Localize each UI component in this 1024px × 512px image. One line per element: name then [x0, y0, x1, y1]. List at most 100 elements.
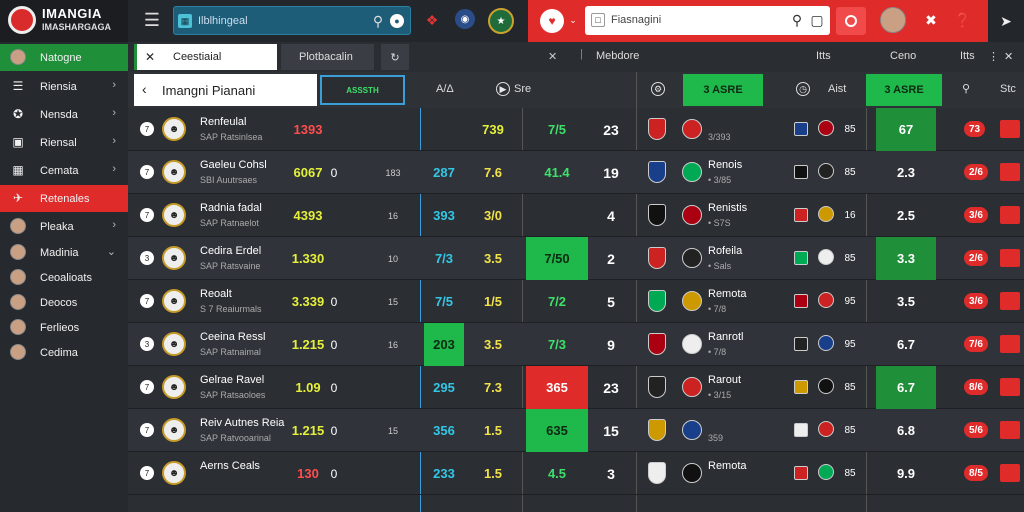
hamburger-menu-icon[interactable]: ☰ — [140, 8, 164, 32]
player-name[interactable]: Cedira Erdel — [200, 245, 261, 257]
player-avatar[interactable]: ☻ — [162, 160, 186, 184]
odds-value-2[interactable]: 365 — [526, 366, 588, 409]
bet-slip-icon[interactable] — [1000, 206, 1020, 224]
sidebar-item-deocos[interactable]: Deocos — [0, 289, 128, 316]
bet-slip-icon[interactable] — [1000, 464, 1020, 482]
tab-mebdore[interactable]: Mebdore — [596, 50, 639, 62]
sidebar-item-madinia[interactable]: Madinia ⌄ — [0, 239, 128, 266]
player-avatar[interactable]: ☻ — [162, 117, 186, 141]
more-icon[interactable]: ⋮ — [988, 50, 999, 63]
tools-icon[interactable]: ✖ — [920, 9, 942, 31]
odds-highlight[interactable]: 6.7 — [876, 323, 936, 366]
odds-value-1[interactable]: 7.6 — [468, 151, 518, 194]
odds-highlight[interactable]: 6.8 — [876, 409, 936, 452]
odds-highlight[interactable]: 3.5 — [876, 280, 936, 323]
player-name[interactable]: Reiv Autnes Reia — [200, 417, 284, 429]
search-icon[interactable]: ⚲ — [370, 13, 386, 29]
odds-value-1[interactable]: 3/0 — [468, 194, 518, 237]
red-odds-pill[interactable]: 5/6 — [964, 422, 988, 438]
red-odds-pill[interactable]: 2/6 — [964, 164, 988, 180]
sidebar-item-pleaka[interactable]: Pleaka › — [0, 213, 128, 240]
player-avatar[interactable]: ☻ — [162, 203, 186, 227]
search-input[interactable]: ▦ Ilblhingeal ⚲ ● — [173, 6, 411, 35]
odds-highlight[interactable]: 3.3 — [876, 237, 936, 280]
red-odds-pill[interactable]: 8/5 — [964, 465, 988, 481]
odds-value-1[interactable]: 7.3 — [468, 366, 518, 409]
play-icon[interactable]: ▶ — [496, 82, 510, 96]
sidebar-item-cedima[interactable]: Cedima — [0, 339, 128, 366]
player-avatar[interactable]: ☻ — [162, 461, 186, 485]
odds-value-2[interactable]: 7/2 — [526, 280, 588, 323]
tab-plotbacalin[interactable]: Plotbacalin — [281, 44, 374, 70]
export-icon[interactable]: ➤ — [994, 9, 1018, 33]
column-header-a[interactable]: A/Δ — [436, 83, 454, 95]
bet-slip-icon[interactable] — [1000, 249, 1020, 267]
odds-value-1[interactable]: 1.5 — [468, 452, 518, 495]
table-row[interactable]: 7 ☻ Gaeleu Cohsl SBI Auutrsaes 6067 0 18… — [128, 151, 1024, 194]
settings-icon[interactable]: ⚙ — [651, 82, 665, 96]
chat-icon[interactable]: ▢ — [809, 12, 825, 28]
red-odds-pill[interactable]: 8/6 — [964, 379, 988, 395]
player-name[interactable]: Aerns Ceals — [200, 460, 260, 472]
player-name[interactable]: Gaeleu Cohsl — [200, 159, 267, 171]
green-action-button-2[interactable]: 3 ASRE — [866, 74, 942, 106]
clear-icon[interactable]: ● — [390, 14, 404, 28]
odds-value-1[interactable]: 1/5 — [468, 280, 518, 323]
bet-slip-icon[interactable] — [1000, 378, 1020, 396]
bet-slip-icon[interactable] — [1000, 120, 1020, 138]
close-icon[interactable]: ✕ — [145, 50, 155, 64]
player-avatar[interactable]: ☻ — [162, 246, 186, 270]
odds-value-1[interactable]: 1.5 — [468, 409, 518, 452]
player-name[interactable]: Ceeina Ressl — [200, 331, 265, 343]
sidebar-item-riensia[interactable]: ☰ Riensia › — [0, 73, 128, 100]
player-name[interactable]: Renfeulal — [200, 116, 246, 128]
sidebar-item-nensda[interactable]: ✪ Nensda › — [0, 101, 128, 128]
player-name[interactable]: Radnia fadal — [200, 202, 262, 214]
club-badge-icon[interactable]: ★ — [488, 8, 514, 34]
odds-highlight[interactable]: 2.5 — [876, 194, 936, 237]
refresh-icon[interactable]: ↻ — [381, 44, 409, 70]
bet-slip-icon[interactable] — [1000, 335, 1020, 353]
team-name[interactable]: Remota — [708, 460, 747, 472]
bet-slip-icon[interactable] — [1000, 163, 1020, 181]
bet-slip-icon[interactable] — [1000, 292, 1020, 310]
odds-value-2[interactable]: 41.4 — [526, 151, 588, 194]
clock-icon[interactable]: ◷ — [796, 82, 810, 96]
red-odds-pill[interactable]: 73 — [964, 121, 986, 137]
table-row[interactable]: 7 ☻ Renfeulal SAP Ratsinlsea 1393 739 7/… — [128, 108, 1024, 151]
team-name[interactable]: Renois — [708, 159, 742, 171]
odds-value-1[interactable]: 3.5 — [468, 237, 518, 280]
close-icon[interactable]: ✕ — [548, 50, 557, 63]
alert-icon[interactable]: ♥ — [540, 9, 564, 33]
help-icon[interactable]: ❓ — [952, 9, 974, 31]
sidebar-item-retenales[interactable]: ✈ Retenales — [0, 185, 128, 212]
odds-value-2[interactable]: 4.5 — [526, 452, 588, 495]
odds-highlight[interactable]: 67 — [876, 108, 936, 151]
odds-value-2[interactable]: 635 — [526, 409, 588, 452]
table-row[interactable]: 3 ☻ Cedira Erdel SAP Ratsvaine 1.330 10 … — [128, 237, 1024, 280]
table-row[interactable]: 7 ☻ Reiv Autnes Reia SAP Ratvooarinal 1.… — [128, 409, 1024, 452]
player-avatar[interactable]: ☻ — [162, 289, 186, 313]
sidebar-item-ceoalioats[interactable]: Ceoalioats — [0, 264, 128, 291]
table-row[interactable]: 7 ☻ Reoalt S 7 Reaiurmals 3.339 0 15 7/5… — [128, 280, 1024, 323]
odds-value-2[interactable]: 7/3 — [526, 323, 588, 366]
team-name[interactable]: Renistis — [708, 202, 747, 214]
odds-value-1[interactable]: 739 — [468, 108, 518, 151]
team-name[interactable]: Rofeila — [708, 245, 742, 257]
chevron-down-icon[interactable]: ⌄ — [566, 12, 580, 28]
player-avatar[interactable]: ☻ — [162, 332, 186, 356]
red-odds-pill[interactable]: 3/6 — [964, 293, 988, 309]
player-avatar[interactable]: ☻ — [162, 375, 186, 399]
odds-highlight[interactable]: 6.7 — [876, 366, 936, 409]
column-header-c[interactable]: Aist — [828, 83, 846, 95]
table-row[interactable]: 7 ☻ Radnia fadal SAP Ratnaelot 4 393 16 3… — [128, 194, 1024, 237]
secondary-search-input[interactable]: □ Fiasnagini ⚲ ▢ — [585, 6, 830, 35]
column-header-d[interactable]: Stc — [1000, 83, 1016, 95]
bet-slip-icon[interactable] — [1000, 421, 1020, 439]
team-name[interactable]: Ranrotl — [708, 331, 743, 343]
green-action-button-1[interactable]: 3 ASRE — [683, 74, 763, 106]
bookmark-icon[interactable]: ❖ — [420, 8, 444, 32]
odds-value-2[interactable] — [526, 194, 588, 237]
red-odds-pill[interactable]: 7/6 — [964, 336, 988, 352]
breadcrumb[interactable]: ‹ Imangni Pianani — [134, 74, 317, 106]
